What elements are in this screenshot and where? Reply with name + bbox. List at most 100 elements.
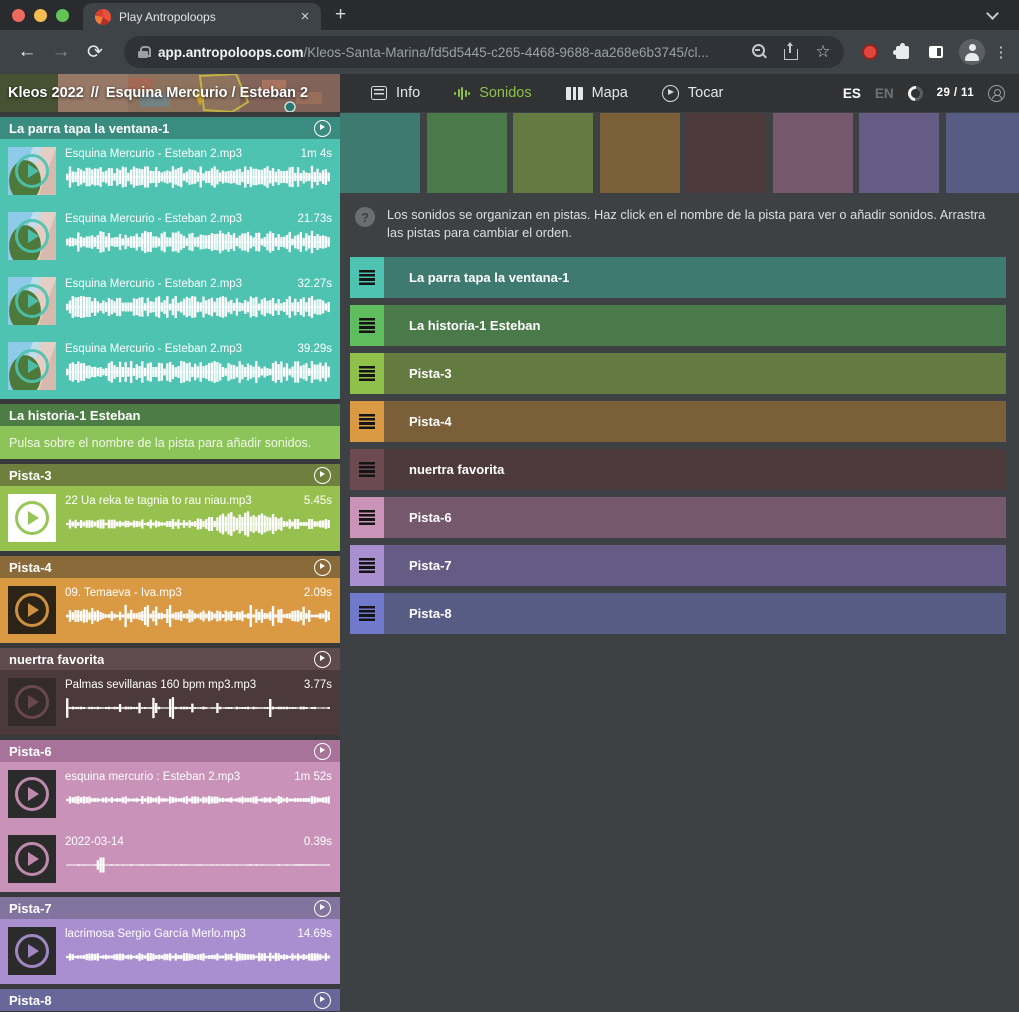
sidebar-track-header[interactable]: Pista-4: [0, 556, 340, 578]
drag-handle[interactable]: [350, 497, 384, 538]
track-row[interactable]: La parra tapa la ventana-1: [350, 257, 1006, 298]
drag-handle[interactable]: [350, 257, 384, 298]
clip-play-icon[interactable]: [15, 284, 49, 318]
clip-play-icon[interactable]: [15, 593, 49, 627]
audio-clip[interactable]: esquina mercurio : Esteban 2.mp3 1m 52s: [0, 762, 340, 827]
clip-play-icon[interactable]: [15, 842, 49, 876]
track-row-label[interactable]: Pista-6: [384, 497, 1006, 538]
audio-clip[interactable]: Palmas sevillanas 160 bpm mp3.mp3 3.77s: [0, 670, 340, 735]
sidebar-track-header[interactable]: nuertra favorita: [0, 648, 340, 670]
clip-thumbnail[interactable]: [8, 277, 56, 325]
track-row-label[interactable]: nuertra favorita: [384, 449, 1006, 490]
macos-window-controls[interactable]: [0, 0, 83, 30]
clip-play-icon[interactable]: [15, 501, 49, 535]
drag-handle[interactable]: [350, 305, 384, 346]
track-play-icon[interactable]: [314, 467, 331, 484]
track-row-label[interactable]: Pista-4: [384, 401, 1006, 442]
recording-indicator-icon[interactable]: [862, 44, 878, 60]
extensions-puzzle-icon[interactable]: [896, 46, 909, 59]
clip-thumbnail[interactable]: [8, 342, 56, 390]
track-play-icon[interactable]: [314, 559, 331, 576]
nav-item-mapa[interactable]: Mapa: [549, 74, 645, 112]
maximize-window-button[interactable]: [56, 9, 69, 22]
audio-clip[interactable]: 2022-03-14 0.39s: [0, 827, 340, 892]
track-row[interactable]: Pista-6: [350, 497, 1006, 538]
account-icon[interactable]: [988, 85, 1005, 102]
reload-button[interactable]: ⟳: [80, 37, 110, 67]
lang-es-button[interactable]: ES: [843, 86, 861, 101]
nav-item-info[interactable]: Info: [354, 74, 437, 112]
track-row[interactable]: Pista-8: [350, 593, 1006, 634]
close-window-button[interactable]: [12, 9, 25, 22]
browser-menu-icon[interactable]: ⋮: [993, 43, 1009, 61]
track-row[interactable]: La historia-1 Esteban: [350, 305, 1006, 346]
audio-clip[interactable]: Esquina Mercurio - Esteban 2.mp3 39.29s: [0, 334, 340, 399]
clip-play-icon[interactable]: [15, 685, 49, 719]
track-row-label[interactable]: Pista-8: [384, 593, 1006, 634]
clip-play-icon[interactable]: [15, 777, 49, 811]
audio-clip[interactable]: Esquina Mercurio - Esteban 2.mp3 32.27s: [0, 269, 340, 334]
new-tab-button[interactable]: +: [321, 3, 346, 30]
track-row-label[interactable]: Pista-3: [384, 353, 1006, 394]
track-play-icon[interactable]: [314, 992, 331, 1009]
track-row[interactable]: Pista-3: [350, 353, 1006, 394]
sidebar-track-header[interactable]: Pista-6: [0, 740, 340, 762]
sidebar-track-header[interactable]: La historia-1 Esteban: [0, 404, 340, 426]
audio-clip[interactable]: 22 Ua reka te tagnia to rau niau.mp3 5.4…: [0, 486, 340, 551]
track-row[interactable]: Pista-7: [350, 545, 1006, 586]
forward-button[interactable]: →: [46, 37, 76, 67]
nav-item-sonidos[interactable]: Sonidos: [437, 74, 548, 112]
clip-thumbnail[interactable]: [8, 678, 56, 726]
minimize-window-button[interactable]: [34, 9, 47, 22]
audio-clip[interactable]: lacrimosa Sergio García Merlo.mp3 14.69s: [0, 919, 340, 984]
track-row[interactable]: Pista-4: [350, 401, 1006, 442]
track-play-icon[interactable]: [314, 743, 331, 760]
clip-thumbnail[interactable]: [8, 770, 56, 818]
zoom-out-icon[interactable]: [748, 41, 770, 63]
clip-play-icon[interactable]: [15, 154, 49, 188]
side-panel-icon[interactable]: [929, 46, 943, 58]
clip-play-icon[interactable]: [15, 219, 49, 253]
track-play-icon[interactable]: [314, 900, 331, 917]
sidebar-track-header[interactable]: Pista-8: [0, 989, 340, 1011]
project-map-banner[interactable]: Kleos 2022 // Esquina Mercurio / Esteban…: [0, 74, 340, 112]
track-row-label[interactable]: La historia-1 Esteban: [384, 305, 1006, 346]
audio-clip[interactable]: Esquina Mercurio - Esteban 2.mp3 21.73s: [0, 204, 340, 269]
browser-tab[interactable]: Play Antropoloops ×: [83, 3, 321, 30]
track-row-label[interactable]: Pista-7: [384, 545, 1006, 586]
clip-thumbnail[interactable]: [8, 494, 56, 542]
tab-close-icon[interactable]: ×: [297, 8, 313, 25]
bookmark-star-icon[interactable]: ☆: [812, 41, 834, 63]
track-row[interactable]: nuertra favorita: [350, 449, 1006, 490]
clip-thumbnail[interactable]: [8, 927, 56, 975]
audio-clip[interactable]: Esquina Mercurio - Esteban 2.mp3 1m 4s: [0, 139, 340, 204]
sidebar-track-header[interactable]: La parra tapa la ventana-1: [0, 117, 340, 139]
lock-icon[interactable]: [138, 46, 148, 58]
sidebar-track-header[interactable]: Pista-3: [0, 464, 340, 486]
drag-handle[interactable]: [350, 545, 384, 586]
clip-thumbnail[interactable]: [8, 586, 56, 634]
audio-clip[interactable]: 09. Temaeva - Iva.mp3 2.09s: [0, 578, 340, 643]
drag-handle[interactable]: [350, 593, 384, 634]
clip-thumbnail[interactable]: [8, 212, 56, 260]
sidebar-track-header[interactable]: Pista-7: [0, 897, 340, 919]
url-text[interactable]: app.antropoloops.com/Kleos-Santa-Marina/…: [158, 45, 738, 60]
clip-play-icon[interactable]: [15, 349, 49, 383]
address-bar[interactable]: app.antropoloops.com/Kleos-Santa-Marina/…: [124, 36, 844, 68]
clip-thumbnail[interactable]: [8, 835, 56, 883]
drag-handle[interactable]: [350, 353, 384, 394]
track-row-label[interactable]: La parra tapa la ventana-1: [384, 257, 1006, 298]
share-icon[interactable]: [780, 41, 802, 63]
back-button[interactable]: ←: [12, 37, 42, 67]
track-play-icon[interactable]: [314, 651, 331, 668]
track-play-icon[interactable]: [314, 120, 331, 137]
clip-play-icon[interactable]: [15, 934, 49, 968]
drag-handle[interactable]: [350, 401, 384, 442]
clip-thumbnail[interactable]: [8, 147, 56, 195]
drag-handle[interactable]: [350, 449, 384, 490]
breadcrumb-project[interactable]: Kleos 2022: [8, 85, 84, 101]
nav-item-tocar[interactable]: Tocar: [645, 74, 740, 112]
lang-en-button[interactable]: EN: [875, 86, 894, 101]
profile-avatar[interactable]: [959, 39, 985, 65]
tab-search-chevron-icon[interactable]: [988, 9, 997, 18]
